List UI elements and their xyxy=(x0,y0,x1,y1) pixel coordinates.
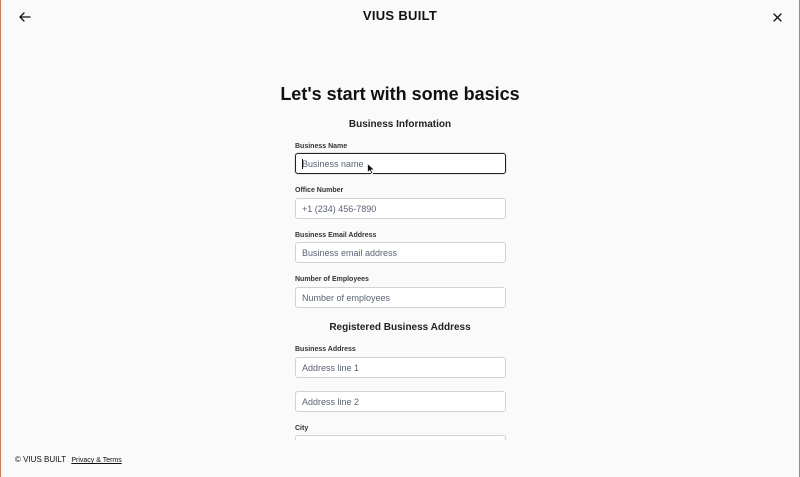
brand-title: VIUS BUILT xyxy=(362,8,438,23)
employees-label: Number of Employees xyxy=(295,276,369,283)
office-number-label: Office Number xyxy=(295,187,344,194)
mouse-cursor-icon xyxy=(367,163,376,175)
city-label: City xyxy=(295,425,309,432)
footer-copyright: © VIUS BUILT xyxy=(15,455,67,464)
form-scroll-area[interactable]: Let's start with some basics Business In… xyxy=(1,78,799,440)
close-icon xyxy=(772,12,782,22)
business-address-label: Business Address xyxy=(295,346,356,353)
privacy-terms-link[interactable]: Privacy & Terms xyxy=(71,457,121,464)
business-name-input[interactable] xyxy=(295,153,506,174)
business-email-input[interactable] xyxy=(295,242,506,263)
employees-input[interactable] xyxy=(295,287,506,308)
page-title: Let's start with some basics xyxy=(280,84,520,104)
section-title-registered-address: Registered Business Address xyxy=(329,322,471,333)
city-input[interactable] xyxy=(295,435,506,440)
address-line1-input[interactable] xyxy=(295,357,506,378)
footer: © VIUS BUILT Privacy & Terms xyxy=(15,455,122,464)
office-number-input[interactable] xyxy=(295,198,506,219)
top-bar: VIUS BUILT xyxy=(1,0,799,34)
app-window: VIUS BUILT Let's start with some basics … xyxy=(1,0,799,477)
section-title-business-information: Business Information xyxy=(348,119,452,130)
text-caret xyxy=(302,159,303,169)
business-name-label: Business Name xyxy=(295,143,348,150)
address-line2-input[interactable] xyxy=(295,391,506,412)
close-button[interactable] xyxy=(767,7,787,27)
business-email-label: Business Email Address xyxy=(295,232,377,239)
